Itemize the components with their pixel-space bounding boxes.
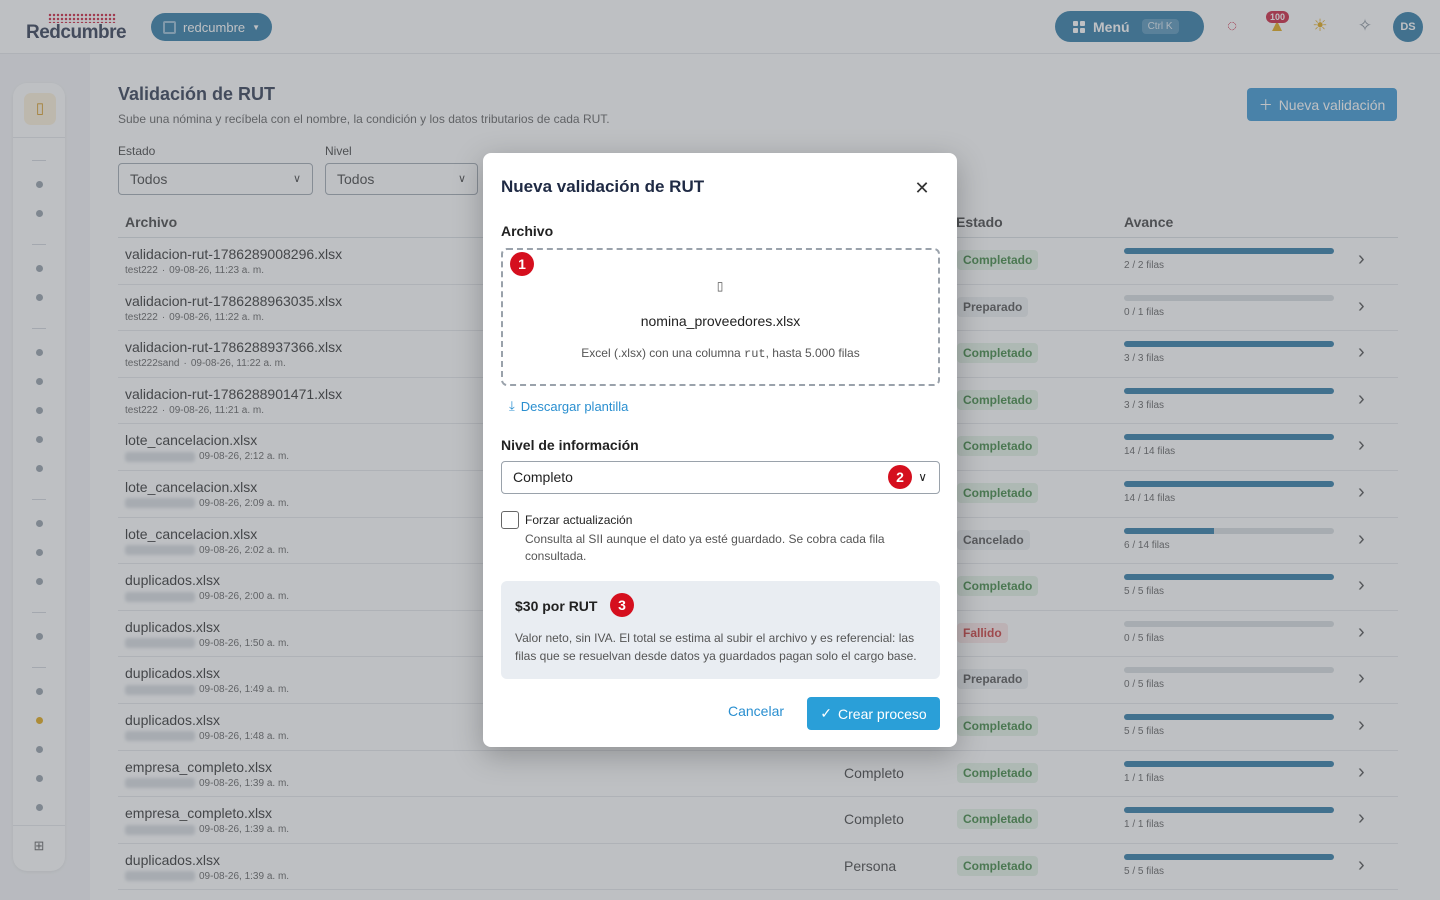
nivel-label: Nivel de información bbox=[501, 437, 639, 453]
price-info-box: $30 por RUT Valor neto, sin IVA. El tota… bbox=[501, 581, 940, 679]
file-hint: Excel (.xlsx) con una columna rut, hasta… bbox=[581, 346, 860, 361]
price-description: Valor neto, sin IVA. El total se estima … bbox=[515, 631, 917, 663]
archivo-label: Archivo bbox=[501, 223, 554, 239]
new-validation-modal: Nueva validación de RUT ✕ Archivo ▯ nomi… bbox=[483, 153, 957, 747]
excel-file-icon: ▯ bbox=[716, 279, 724, 293]
create-process-button[interactable]: ✓ Crear proceso bbox=[807, 697, 940, 730]
download-template-label: Descargar plantilla bbox=[520, 398, 629, 414]
force-update-label[interactable]: Forzar actualización bbox=[525, 513, 632, 527]
check-icon: ✓ bbox=[820, 705, 833, 721]
force-update-checkbox[interactable] bbox=[501, 511, 519, 529]
nivel-select[interactable]: Completo ∨ bbox=[501, 461, 940, 494]
price-title: $30 por RUT bbox=[515, 598, 598, 614]
create-process-label: Crear proceso bbox=[838, 705, 927, 722]
file-dropzone[interactable]: ▯ nomina_proveedores.xlsx Excel (.xlsx) … bbox=[501, 248, 940, 386]
download-template-link[interactable]: ⤓ Descargar plantilla bbox=[509, 398, 628, 414]
modal-title: Nueva validación de RUT bbox=[501, 177, 705, 196]
annotation-marker-2: 2 bbox=[888, 465, 912, 489]
close-icon[interactable]: ✕ bbox=[911, 177, 933, 199]
annotation-marker-1: 1 bbox=[510, 252, 534, 276]
nivel-value: Completo bbox=[513, 469, 573, 485]
download-icon: ⤓ bbox=[509, 398, 515, 413]
cancel-button[interactable]: Cancelar bbox=[728, 703, 784, 719]
uploaded-file-name: nomina_proveedores.xlsx bbox=[640, 313, 801, 329]
annotation-marker-3: 3 bbox=[610, 593, 634, 617]
chevron-down-icon: ∨ bbox=[918, 470, 927, 484]
force-update-description: Consulta al SII aunque el dato ya esté g… bbox=[525, 532, 885, 563]
